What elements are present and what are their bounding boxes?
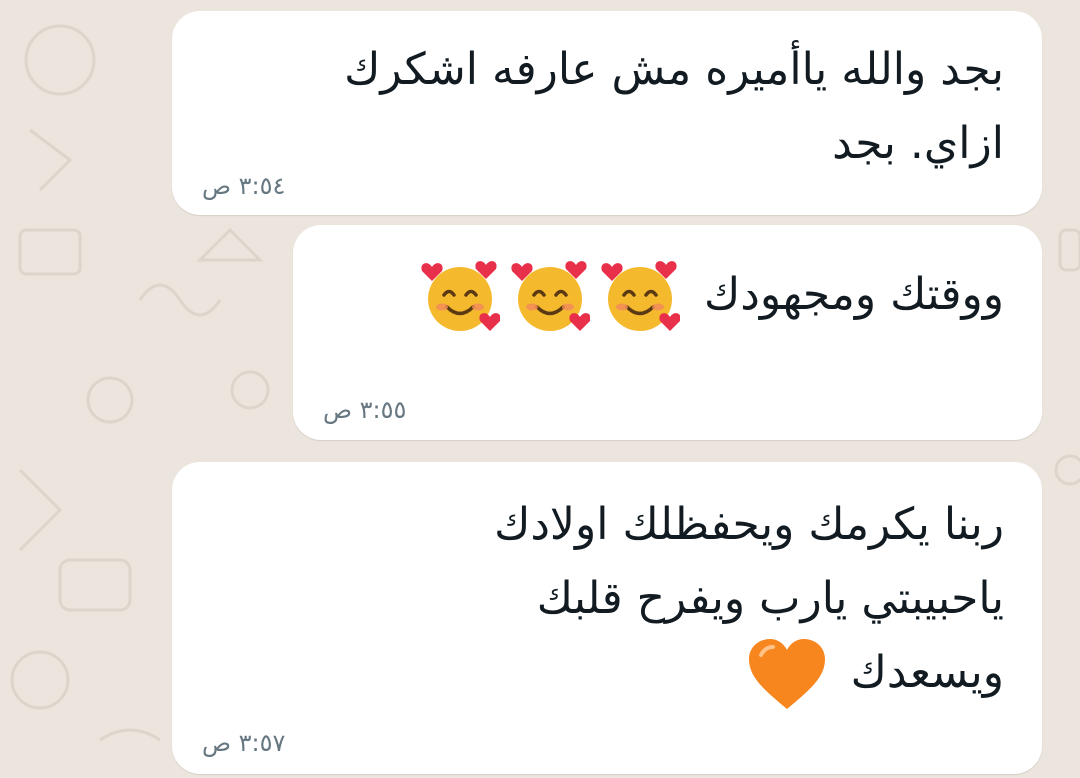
message-timestamp: ٣:٥٤ ص [202,172,286,200]
message-line: بجد والله ياأميره مش عارفه اشكرك [344,44,1004,95]
message-line: ووقتك ومجهودك [704,269,1004,320]
orange-heart-icon [748,639,825,709]
message-line: ازاي. بجد [832,118,1004,169]
message-timestamp: ٣:٥٧ ص [202,729,286,757]
message-bubble[interactable]: بجد والله ياأميره مش عارفه اشكرك ازاي. ب… [172,11,1042,215]
message-text: ربنا يكرمك ويحفظلك اولادك ياحبيبتي يارب … [494,488,1004,713]
message-line: ربنا يكرمك ويحفظلك اولادك [494,499,1004,550]
smiling-face-with-hearts-icon [601,261,681,331]
message-line: ويسعدك [850,647,1004,698]
message-bubble[interactable]: ووقتك ومجهودك ٣:٥٥ ص [293,225,1042,440]
message-line: ياحبيبتي يارب ويفرح قلبك [536,573,1004,624]
emoji-group [420,257,681,337]
smiling-face-with-hearts-icon [421,261,501,331]
message-timestamp: ٣:٥٥ ص [323,396,407,424]
smiling-face-with-hearts-icon [511,261,591,331]
message-text: ووقتك ومجهودك [420,255,1004,337]
message-line-with-emoji: ويسعدك [494,636,1004,713]
message-text: بجد والله ياأميره مش عارفه اشكرك ازاي. ب… [344,33,1004,181]
message-bubble[interactable]: ربنا يكرمك ويحفظلك اولادك ياحبيبتي يارب … [172,462,1042,774]
